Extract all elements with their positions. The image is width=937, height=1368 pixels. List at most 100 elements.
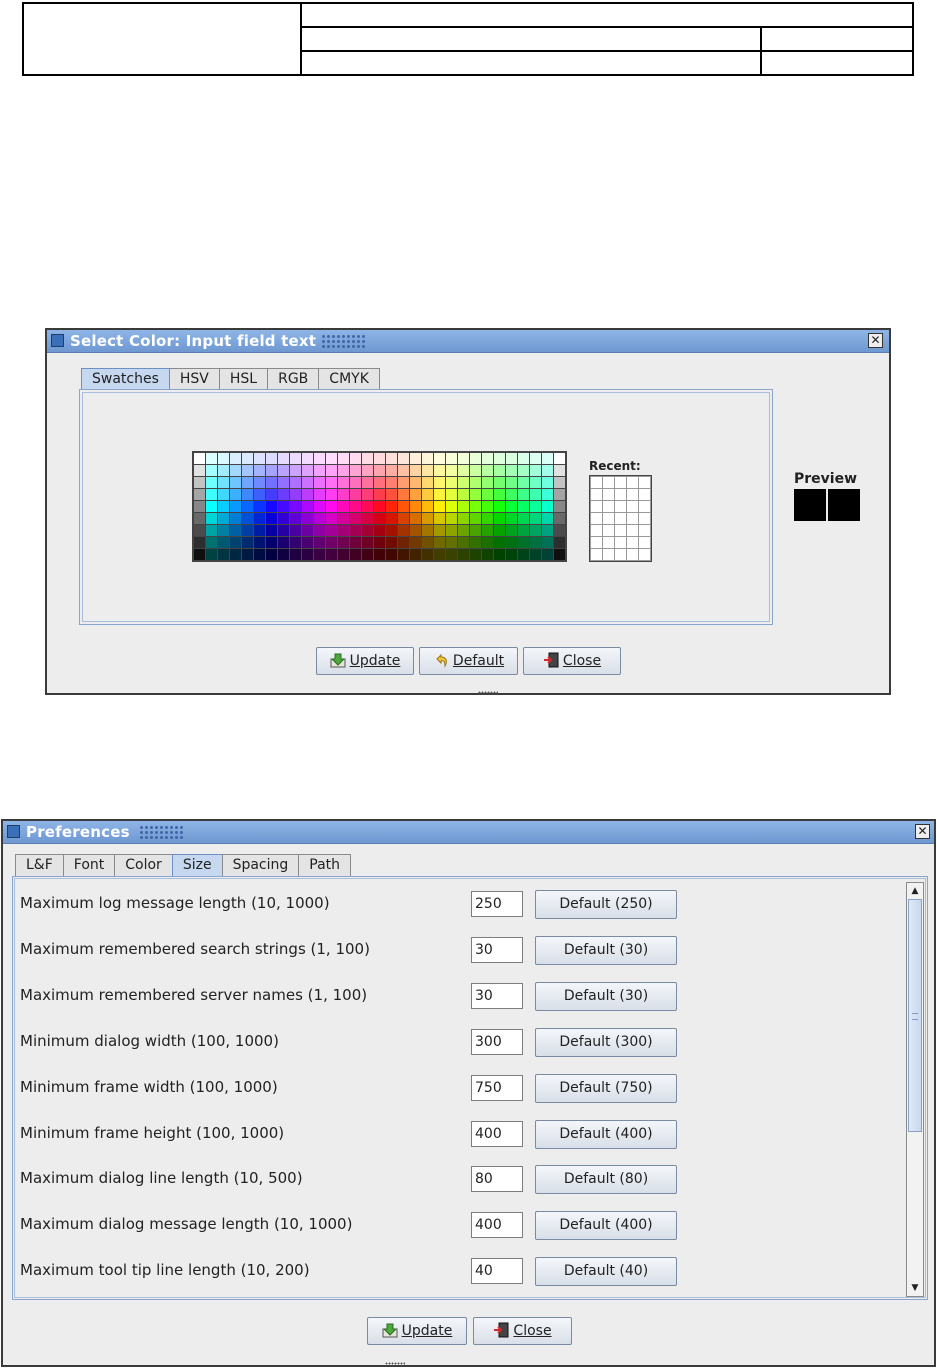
color-swatch[interactable]	[194, 453, 205, 464]
color-swatch[interactable]	[254, 453, 265, 464]
color-swatch[interactable]	[302, 513, 313, 524]
color-swatch[interactable]	[350, 549, 361, 560]
color-swatch[interactable]	[326, 465, 337, 476]
color-swatch[interactable]	[446, 477, 457, 488]
color-swatch[interactable]	[254, 513, 265, 524]
resize-grip-icon[interactable]	[385, 1362, 405, 1366]
color-swatch[interactable]	[422, 525, 433, 536]
color-swatch[interactable]	[206, 549, 217, 560]
color-swatch[interactable]	[302, 537, 313, 548]
color-swatch[interactable]	[338, 537, 349, 548]
default-value-button[interactable]: Default (30)	[535, 981, 677, 1011]
close-button[interactable]: Close	[523, 647, 621, 675]
color-swatch[interactable]	[554, 465, 565, 476]
color-swatch[interactable]	[206, 477, 217, 488]
color-swatch[interactable]	[206, 513, 217, 524]
color-swatch[interactable]	[542, 465, 553, 476]
close-icon[interactable]: ✕	[868, 333, 883, 348]
recent-swatch[interactable]	[615, 477, 626, 488]
color-swatch[interactable]	[506, 537, 517, 548]
recent-swatch[interactable]	[603, 501, 614, 512]
preference-value-field[interactable]: 750	[471, 1074, 523, 1101]
color-swatch[interactable]	[242, 453, 253, 464]
tab-pref-4[interactable]: Spacing	[221, 854, 300, 876]
color-swatch[interactable]	[386, 513, 397, 524]
color-swatch[interactable]	[266, 513, 277, 524]
color-swatch[interactable]	[542, 549, 553, 560]
recent-swatch[interactable]	[639, 477, 650, 488]
color-swatch[interactable]	[518, 465, 529, 476]
recent-swatch[interactable]	[615, 537, 626, 548]
color-swatch[interactable]	[242, 477, 253, 488]
preference-value-field[interactable]: 300	[471, 1028, 523, 1055]
color-swatch[interactable]	[398, 525, 409, 536]
color-swatch[interactable]	[470, 465, 481, 476]
tab-color-4[interactable]: CMYK	[318, 368, 380, 390]
close-button[interactable]: Close	[473, 1317, 572, 1345]
color-swatch[interactable]	[266, 477, 277, 488]
color-swatch[interactable]	[554, 477, 565, 488]
color-swatch[interactable]	[242, 501, 253, 512]
color-swatch[interactable]	[410, 501, 421, 512]
scroll-thumb[interactable]	[908, 899, 922, 1132]
color-swatch[interactable]	[362, 465, 373, 476]
color-swatch[interactable]	[470, 477, 481, 488]
color-swatch[interactable]	[338, 489, 349, 500]
color-swatch[interactable]	[302, 465, 313, 476]
tab-pref-5[interactable]: Path	[298, 854, 352, 876]
close-icon[interactable]: ✕	[915, 824, 930, 839]
color-swatch[interactable]	[302, 525, 313, 536]
update-button[interactable]: Update	[367, 1317, 467, 1345]
color-swatch[interactable]	[554, 501, 565, 512]
recent-swatch[interactable]	[627, 477, 638, 488]
color-swatch[interactable]	[506, 453, 517, 464]
color-swatch[interactable]	[434, 477, 445, 488]
color-swatch[interactable]	[398, 453, 409, 464]
color-swatch[interactable]	[290, 489, 301, 500]
color-swatch[interactable]	[530, 477, 541, 488]
color-swatch[interactable]	[362, 477, 373, 488]
color-swatch[interactable]	[386, 501, 397, 512]
recent-swatch[interactable]	[639, 525, 650, 536]
color-swatch[interactable]	[554, 549, 565, 560]
color-swatch[interactable]	[542, 501, 553, 512]
color-swatch[interactable]	[194, 501, 205, 512]
color-swatch[interactable]	[470, 525, 481, 536]
color-swatch[interactable]	[278, 549, 289, 560]
recent-swatch[interactable]	[639, 501, 650, 512]
color-swatch[interactable]	[326, 513, 337, 524]
color-swatch[interactable]	[410, 465, 421, 476]
color-swatch[interactable]	[338, 453, 349, 464]
color-swatch[interactable]	[302, 549, 313, 560]
tab-color-0[interactable]: Swatches	[81, 368, 170, 390]
color-swatch[interactable]	[290, 549, 301, 560]
color-swatch[interactable]	[506, 477, 517, 488]
color-swatch[interactable]	[494, 501, 505, 512]
color-swatch[interactable]	[518, 477, 529, 488]
color-swatch[interactable]	[362, 501, 373, 512]
default-button[interactable]: Default	[419, 647, 518, 675]
color-swatch[interactable]	[386, 525, 397, 536]
color-swatch[interactable]	[326, 549, 337, 560]
color-swatch[interactable]	[518, 537, 529, 548]
default-value-button[interactable]: Default (750)	[535, 1073, 677, 1103]
color-swatch[interactable]	[206, 465, 217, 476]
preference-value-field[interactable]: 30	[471, 936, 523, 963]
color-swatch[interactable]	[446, 489, 457, 500]
color-swatch[interactable]	[386, 489, 397, 500]
color-swatch[interactable]	[314, 525, 325, 536]
color-swatch[interactable]	[230, 489, 241, 500]
recent-swatch[interactable]	[603, 549, 614, 560]
recent-swatch[interactable]	[591, 513, 602, 524]
color-swatch[interactable]	[422, 501, 433, 512]
color-swatch[interactable]	[302, 489, 313, 500]
color-swatch[interactable]	[506, 489, 517, 500]
color-swatch[interactable]	[254, 549, 265, 560]
color-swatch[interactable]	[422, 513, 433, 524]
color-swatch[interactable]	[338, 513, 349, 524]
color-swatch[interactable]	[278, 453, 289, 464]
color-swatch[interactable]	[350, 513, 361, 524]
color-swatch[interactable]	[458, 465, 469, 476]
color-swatch[interactable]	[506, 549, 517, 560]
color-swatch[interactable]	[230, 465, 241, 476]
